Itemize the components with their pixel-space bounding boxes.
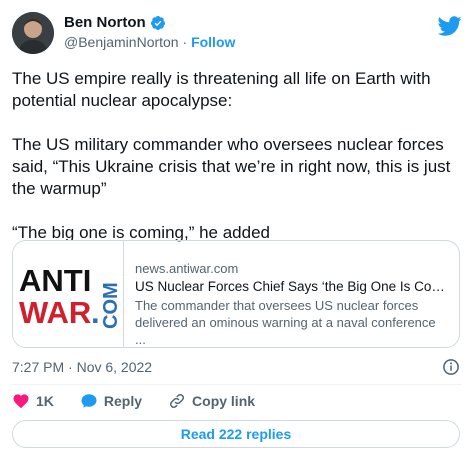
copy-link-button[interactable]: Copy link bbox=[168, 392, 255, 410]
tweet-header: Ben Norton @BenjaminNorton · Follow bbox=[12, 12, 462, 56]
info-icon[interactable] bbox=[442, 358, 460, 376]
card-domain: news.antiwar.com bbox=[135, 261, 239, 276]
handle[interactable]: @BenjaminNorton bbox=[64, 34, 179, 50]
antiwar-logo: ANTI WAR . COM bbox=[13, 241, 124, 347]
tweet-text: The US empire really is threatening all … bbox=[12, 69, 451, 242]
logo-text-com: COM bbox=[100, 282, 122, 329]
avatar[interactable] bbox=[12, 12, 54, 54]
reply-label: Reply bbox=[103, 393, 143, 409]
link-icon bbox=[170, 393, 185, 409]
separator: · bbox=[182, 34, 188, 50]
logo-dot: . bbox=[91, 295, 100, 330]
logo-text-war: WAR bbox=[19, 295, 91, 330]
divider bbox=[12, 384, 462, 385]
link-preview-card[interactable]: ANTI WAR . COM news.antiwar.com US Nucle… bbox=[12, 240, 460, 348]
read-replies-button[interactable]: Read 222 replies bbox=[12, 420, 460, 448]
verified-badge-icon bbox=[150, 15, 165, 30]
action-bar: 1K Reply Copy link bbox=[12, 392, 255, 410]
reply-bubble-icon bbox=[81, 394, 97, 408]
twitter-bird-icon[interactable] bbox=[438, 14, 462, 38]
tweet-timestamp[interactable]: 7:27 PM · Nov 6, 2022 bbox=[12, 359, 152, 375]
like-count: 1K bbox=[36, 393, 54, 409]
heart-icon bbox=[13, 394, 29, 409]
logo-text-anti: ANTI bbox=[19, 263, 91, 298]
display-name[interactable]: Ben Norton bbox=[64, 14, 146, 31]
avatar-photo bbox=[12, 12, 54, 54]
like-button[interactable]: 1K bbox=[12, 392, 54, 410]
follow-button[interactable]: Follow bbox=[191, 34, 235, 50]
card-description: The commander that oversees US nuclear f… bbox=[135, 298, 436, 347]
tweet-card: Ben Norton @BenjaminNorton · Follow The … bbox=[0, 0, 474, 454]
card-title: US Nuclear Forces Chief Says ‘the Big On… bbox=[135, 279, 449, 294]
copy-link-label: Copy link bbox=[192, 393, 256, 409]
reply-button[interactable]: Reply bbox=[80, 392, 142, 410]
